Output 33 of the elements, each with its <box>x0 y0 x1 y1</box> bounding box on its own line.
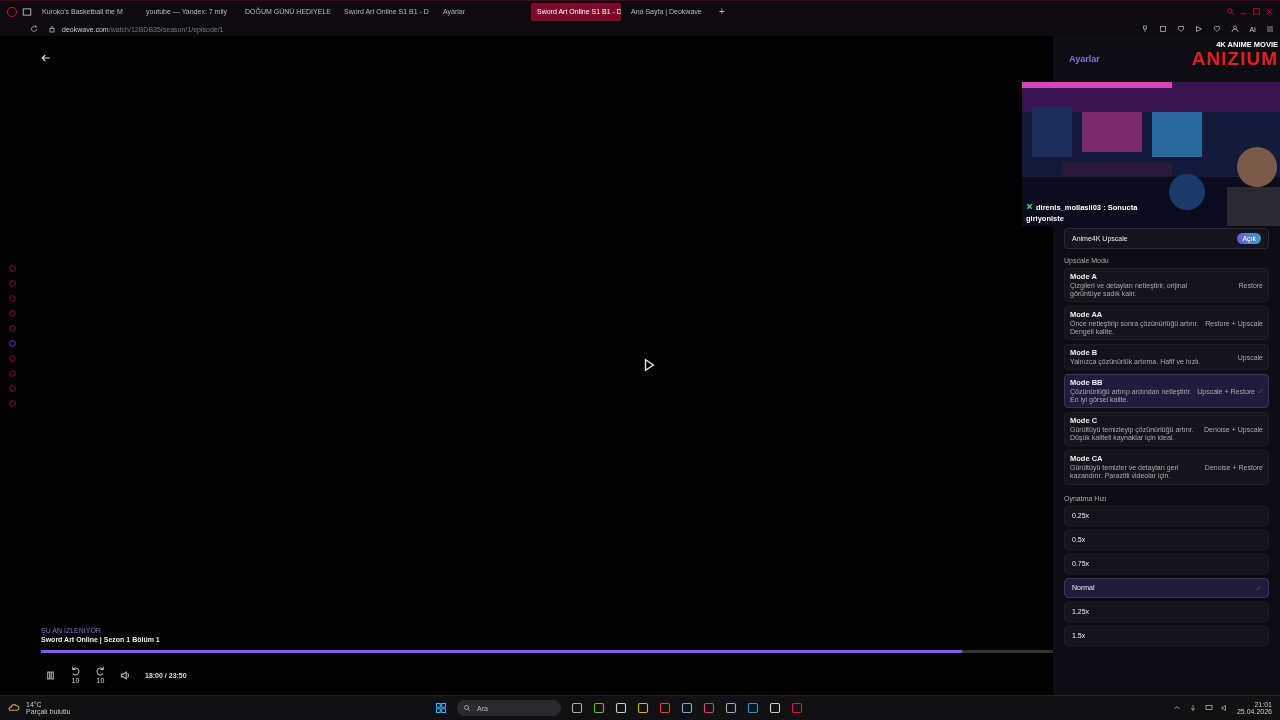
weather-icon <box>8 702 20 714</box>
back-icon[interactable] <box>40 52 52 64</box>
panel-title: Ayarlar <box>1069 54 1100 64</box>
forward-icon[interactable] <box>95 666 106 677</box>
volume-icon[interactable] <box>120 669 131 681</box>
volume-icon[interactable] <box>1220 704 1229 712</box>
close-icon[interactable] <box>1265 7 1274 16</box>
windows-start-icon[interactable] <box>435 702 447 714</box>
browser-logo-icon <box>6 5 18 18</box>
heart-icon[interactable] <box>1213 25 1222 33</box>
taskbar-app-icon[interactable] <box>681 702 693 714</box>
taskbar-app-icon[interactable] <box>725 702 737 714</box>
taskbar-app-icon[interactable] <box>571 702 583 714</box>
search-icon <box>463 704 471 712</box>
lock-icon <box>48 25 56 33</box>
play-icon[interactable] <box>642 358 656 372</box>
pin-icon[interactable] <box>1141 25 1150 33</box>
close-icon <box>1026 203 1033 210</box>
check-icon <box>1257 388 1263 395</box>
send-icon[interactable] <box>1195 25 1204 33</box>
screenshot-icon[interactable] <box>1159 25 1168 33</box>
new-tab-button[interactable]: + <box>719 6 725 17</box>
check-icon <box>1255 584 1261 591</box>
pause-icon[interactable] <box>45 669 56 681</box>
rewind-icon[interactable] <box>70 666 81 677</box>
reload-icon[interactable] <box>30 25 38 33</box>
taskbar-app-icon[interactable] <box>747 702 759 714</box>
profile-icon[interactable] <box>1231 25 1240 33</box>
taskbar-app-icon[interactable] <box>637 702 649 714</box>
shield-icon[interactable] <box>1177 25 1186 33</box>
display-icon[interactable] <box>1204 704 1213 712</box>
sidebar-icon <box>22 6 32 17</box>
taskbar-app-icon[interactable] <box>593 702 605 714</box>
